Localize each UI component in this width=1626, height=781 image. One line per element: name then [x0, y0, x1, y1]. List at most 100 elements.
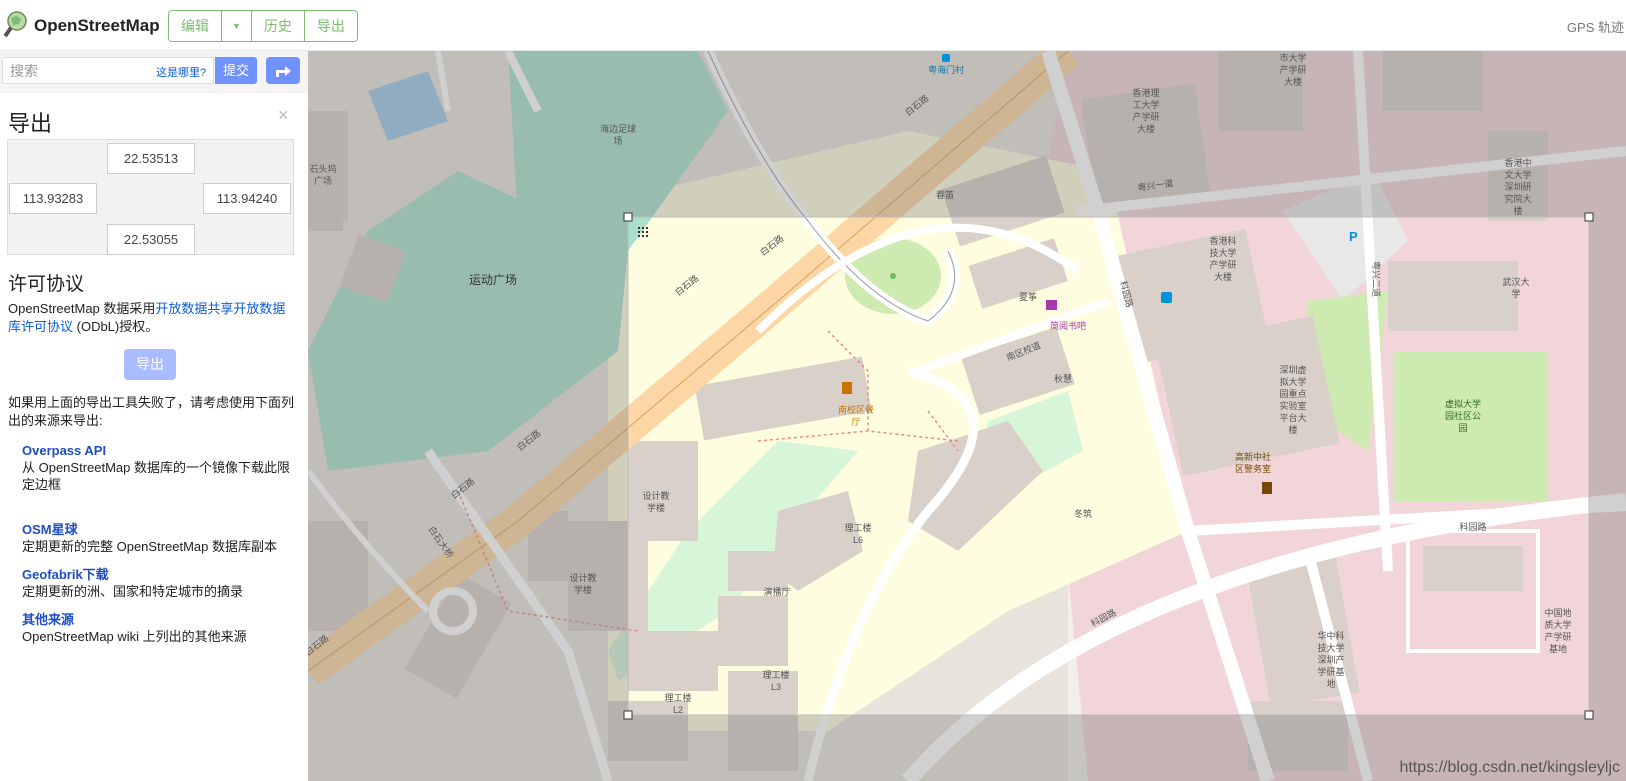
export-tab-button[interactable]: 导出 — [304, 11, 357, 41]
license-heading: 许可协议 — [8, 274, 85, 295]
source-description: OpenStreetMap wiki 上列出的其他来源 — [22, 629, 247, 644]
map-label: 香港科 — [1209, 235, 1236, 246]
resize-handle-sw[interactable] — [623, 710, 633, 720]
edit-dropdown-chevron-icon[interactable]: ▼ — [222, 11, 252, 41]
map-label: 究院大 — [1504, 193, 1531, 204]
map-label: 大楼 — [1284, 76, 1302, 87]
map-label: 学楼 — [647, 502, 665, 513]
close-icon[interactable]: × — [278, 105, 289, 126]
selection-drag-icon[interactable] — [638, 227, 648, 237]
overpass-link[interactable]: Overpass API — [22, 442, 292, 459]
other-sources-link[interactable]: 其他来源 — [22, 611, 292, 628]
where-is-this-link[interactable]: 这是哪里? — [156, 64, 206, 80]
source-item-planet: OSM星球 定期更新的完整 OpenStreetMap 数据库副本 — [22, 521, 292, 555]
map-label: 厅 — [851, 417, 860, 427]
map-label: 冬筑 — [1074, 508, 1092, 519]
virtual-uni-park — [1393, 351, 1548, 501]
map-label: 大楼 — [1214, 271, 1232, 282]
license-prefix: OpenStreetMap 数据采用 — [8, 301, 156, 316]
map-label: 产学研 — [1209, 259, 1236, 270]
sidebar: 搜索 这是哪里? 提交 导出 × 22.53513 113.93283 113.… — [0, 51, 308, 781]
source-description: 定期更新的完整 OpenStreetMap 数据库副本 — [22, 539, 277, 554]
map-label: L2 — [673, 705, 683, 715]
directions-button[interactable] — [266, 57, 300, 84]
source-description: 从 OpenStreetMap 数据库的一个镜像下载此限定边框 — [22, 460, 290, 492]
map-label: 学研基 — [1317, 666, 1344, 677]
map-label: 楼 — [1288, 424, 1297, 435]
directions-arrow-icon — [276, 66, 291, 77]
watermark-url: https://blog.csdn.net/kingsleyljc — [1399, 759, 1620, 776]
map-label: 海边足球 — [600, 123, 636, 134]
map-label: 市大学 — [1279, 52, 1306, 63]
map-canvas[interactable]: P 粤海门村 海边足球 场 运动广场 石头坞 广场 春笛 夏筝 简阅书吧 秋慧 … — [308, 51, 1626, 781]
west-bound-field[interactable]: 113.93283 — [9, 183, 97, 214]
bounding-box-fields: 22.53513 113.93283 113.94240 22.53055 — [7, 139, 294, 255]
map-label: 学楼 — [574, 584, 592, 595]
map-label: 技大学 — [1209, 247, 1236, 258]
gps-traces-link[interactable]: GPS 轨迹 — [1567, 17, 1624, 36]
map-label: 实验室 — [1279, 400, 1306, 411]
source-item-overpass: Overpass API 从 OpenStreetMap 数据库的一个镜像下载此… — [22, 442, 292, 493]
map-label: L6 — [853, 535, 863, 545]
geofabrik-link[interactable]: Geofabrik下载 — [22, 566, 292, 583]
map-label: 产学研 — [1132, 111, 1159, 122]
top-navbar: OpenStreetMap 编辑 ▼ 历史 导出 GPS 轨迹 — [0, 0, 1626, 51]
road-label: 粤兴二道 — [1371, 261, 1382, 297]
map-label: 设计教 — [642, 490, 669, 501]
brand-name[interactable]: OpenStreetMap — [34, 16, 160, 36]
map-label: 深圳研 — [1504, 182, 1531, 192]
map-label: 大楼 — [1137, 123, 1155, 134]
map-label: 深圳产 — [1317, 654, 1344, 665]
map-label: 中国地 — [1544, 607, 1571, 618]
export-button[interactable]: 导出 — [124, 349, 176, 380]
south-bound-field[interactable]: 22.53055 — [107, 224, 195, 255]
map-label: 园重点 — [1279, 388, 1306, 399]
planet-osm-link[interactable]: OSM星球 — [22, 521, 292, 538]
edit-button[interactable]: 编辑 — [169, 11, 222, 41]
source-item-geofabrik: Geofabrik下载 定期更新的洲、国家和特定城市的摘录 — [22, 566, 292, 600]
map-label: 产学研 — [1544, 631, 1571, 642]
map-label: 虚拟大学 — [1445, 398, 1481, 409]
map-label: 科园路 — [1459, 521, 1486, 532]
map-label: 园社区公 — [1445, 410, 1481, 421]
bus-stop-icon — [1161, 292, 1172, 303]
resize-handle-se[interactable] — [1584, 710, 1594, 720]
police-icon — [1262, 482, 1272, 494]
map-label: 拟大学 — [1279, 376, 1306, 387]
map-label: 理工楼 — [664, 692, 691, 703]
north-bound-field[interactable]: 22.53513 — [107, 143, 195, 174]
search-submit-button[interactable]: 提交 — [215, 57, 257, 84]
history-button[interactable]: 历史 — [251, 11, 305, 41]
map-label: 深圳虚 — [1279, 364, 1306, 375]
resize-handle-ne[interactable] — [1584, 212, 1594, 222]
map-label: 简阅书吧 — [1050, 320, 1086, 331]
map-label: 秋慧 — [1054, 373, 1072, 384]
map-label: 设计教 — [569, 572, 596, 583]
map-label: 场 — [613, 136, 622, 146]
map-label: 学 — [1511, 288, 1520, 299]
map-view[interactable]: P 粤海门村 海边足球 场 运动广场 石头坞 广场 春笛 夏筝 简阅书吧 秋慧 … — [308, 51, 1626, 781]
search-bar: 搜索 这是哪里? 提交 — [0, 51, 308, 93]
export-panel-title: 导出 — [8, 111, 53, 136]
restaurant-icon — [842, 382, 852, 394]
edit-history-export-group: 编辑 ▼ 历史 导出 — [168, 10, 358, 42]
parking-icon: P — [1349, 229, 1358, 244]
map-label: 南校区餐 — [838, 404, 874, 415]
map-label: 夏筝 — [1019, 291, 1037, 302]
map-label: 文大学 — [1504, 169, 1531, 180]
map-label: L3 — [771, 682, 781, 692]
source-item-other: 其他来源 OpenStreetMap wiki 上列出的其他来源 — [22, 611, 292, 645]
osm-logo-icon[interactable] — [3, 10, 29, 38]
license-suffix: (ODbL)授权。 — [73, 319, 159, 334]
map-label: 运动广场 — [469, 273, 517, 287]
map-label: 平台大 — [1279, 412, 1306, 423]
map-label: 演播厅 — [763, 586, 790, 597]
east-bound-field[interactable]: 113.94240 — [203, 183, 291, 214]
map-label: 楼 — [1513, 205, 1522, 216]
map-label: 地 — [1326, 678, 1335, 689]
resize-handle-nw[interactable] — [623, 212, 633, 222]
map-label: 石头坞 — [309, 163, 336, 174]
map-label: 园 — [1458, 423, 1467, 433]
bus-station-icon — [942, 54, 950, 62]
map-label: 工大学 — [1132, 99, 1159, 110]
